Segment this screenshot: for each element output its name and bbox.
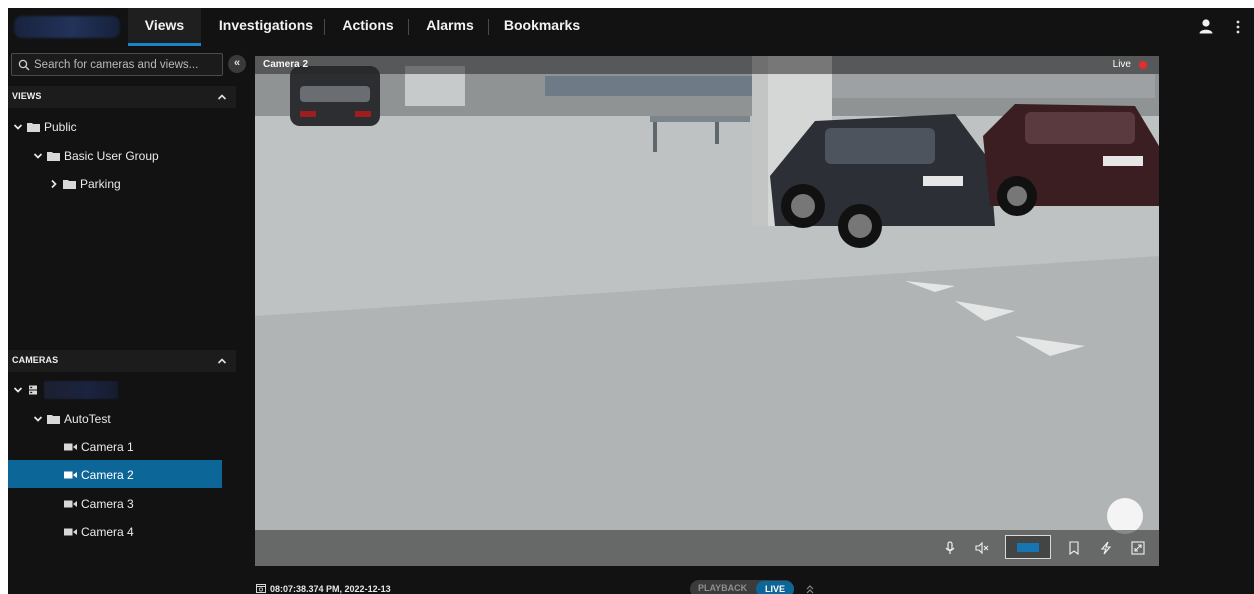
camera-item-2[interactable]: Camera 2 (8, 460, 222, 488)
camera-item-4[interactable]: Camera 4 (8, 517, 222, 545)
tree-item-label: Parking (80, 176, 121, 191)
folder-icon (47, 151, 60, 161)
collapse-panel-button[interactable]: « (228, 55, 246, 73)
tab-divider (324, 19, 325, 35)
chevron-down-icon (33, 416, 43, 422)
server-name-redacted (44, 380, 118, 399)
video-controls-bar (255, 530, 1159, 566)
video-viewport[interactable]: Camera 2 Live (255, 56, 1159, 566)
recording-dot-icon (1139, 61, 1147, 69)
playback-live-toggle: PLAYBACK LIVE (690, 580, 794, 594)
tab-actions[interactable]: Actions (330, 8, 406, 46)
tab-investigations[interactable]: Investigations (213, 8, 319, 46)
chevron-down-icon (13, 387, 23, 393)
brand-logo-redacted (14, 16, 120, 38)
chevron-up-icon (217, 358, 227, 364)
tab-divider (488, 19, 489, 35)
camera-label: Camera 4 (81, 524, 134, 539)
chevron-down-icon (33, 153, 43, 159)
server-node[interactable] (12, 375, 232, 403)
chevron-down-icon (13, 124, 23, 130)
tab-alarms[interactable]: Alarms (415, 8, 485, 46)
user-account-icon[interactable] (1198, 18, 1214, 34)
video-camera-icon (64, 528, 77, 536)
folder-icon (27, 122, 40, 132)
search-icon (18, 59, 30, 71)
lightning-icon[interactable] (1099, 541, 1113, 555)
microphone-icon[interactable] (943, 541, 957, 555)
server-icon (29, 385, 37, 395)
playback-timestamp: 08:07:38.374 PM, 2022-12-13 (256, 583, 391, 594)
camera-label: Camera 3 (81, 496, 134, 511)
cameras-section-title: CAMERAS (12, 355, 59, 365)
more-options-icon[interactable] (1234, 18, 1242, 36)
app-window: Views Investigations Actions Alarms Book… (8, 8, 1254, 594)
views-section-header[interactable]: VIEWS (8, 86, 236, 108)
live-mode-button[interactable]: LIVE (756, 581, 794, 594)
folder-icon (47, 414, 60, 424)
cameras-section-header[interactable]: CAMERAS (8, 350, 236, 372)
expand-timeline-icon[interactable] (805, 584, 815, 594)
video-header: Camera 2 Live (255, 56, 1159, 74)
tab-views[interactable]: Views (128, 8, 201, 46)
views-section-title: VIEWS (12, 91, 42, 101)
camera-item-1[interactable]: Camera 1 (8, 432, 222, 460)
tree-item-label: AutoTest (64, 411, 111, 426)
video-camera-icon (64, 443, 77, 451)
search-box (11, 53, 223, 76)
bookmark-icon[interactable] (1067, 541, 1081, 555)
chevron-right-icon (51, 179, 57, 188)
live-indicator-label: Live (1112, 59, 1131, 70)
camera-folder-autotest[interactable]: AutoTest (32, 404, 232, 432)
tree-item-label: Basic User Group (64, 148, 159, 163)
fullscreen-icon[interactable] (1131, 541, 1145, 555)
tab-divider (408, 19, 409, 35)
search-input[interactable] (34, 56, 218, 73)
timestamp-text: 08:07:38.374 PM, 2022-12-13 (270, 584, 391, 594)
playback-mode-button[interactable]: PLAYBACK (698, 583, 747, 593)
camera-title: Camera 2 (263, 59, 309, 70)
camera-feed-image (255, 56, 1159, 566)
top-nav-bar: Views Investigations Actions Alarms Book… (8, 8, 1254, 46)
calendar-clock-icon (256, 584, 266, 593)
view-folder-public[interactable]: Public (12, 112, 232, 140)
tree-item-label: Public (44, 119, 77, 134)
stream-indicator (1017, 543, 1039, 552)
video-camera-icon (64, 500, 77, 508)
camera-label: Camera 1 (81, 439, 134, 454)
chevron-up-icon (217, 94, 227, 100)
view-folder-basic-user-group[interactable]: Basic User Group (32, 141, 232, 169)
stream-selector-button[interactable] (1005, 535, 1051, 559)
speaker-muted-icon[interactable] (975, 541, 989, 555)
camera-item-3[interactable]: Camera 3 (8, 489, 222, 517)
camera-label: Camera 2 (81, 467, 134, 482)
tab-bookmarks[interactable]: Bookmarks (496, 8, 588, 46)
folder-icon (63, 179, 76, 189)
view-folder-parking[interactable]: Parking (48, 169, 232, 197)
video-camera-icon (64, 471, 77, 479)
